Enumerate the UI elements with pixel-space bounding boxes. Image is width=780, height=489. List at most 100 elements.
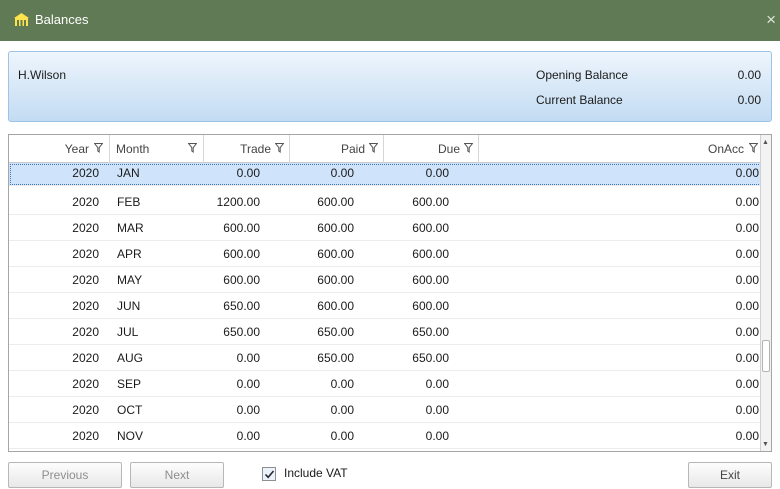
table-row[interactable]: 2020 NOV 0.00 0.00 0.00 0.00 xyxy=(9,423,762,449)
column-header-trade-label: Trade xyxy=(240,142,271,156)
cell-month: NOV xyxy=(117,429,144,443)
column-header-paid[interactable]: Paid xyxy=(290,135,384,163)
cell-due: 600.00 xyxy=(412,299,449,313)
opening-balance-value: 0.00 xyxy=(737,68,761,82)
cell-paid: 650.00 xyxy=(317,325,354,339)
cell-due: 600.00 xyxy=(412,273,449,287)
column-header-due[interactable]: Due xyxy=(384,135,479,163)
cell-month: MAR xyxy=(117,221,144,235)
table-row[interactable]: 2020 JAN 0.00 0.00 0.00 0.00 xyxy=(9,163,762,186)
filter-icon[interactable] xyxy=(94,143,103,153)
column-header-year[interactable]: Year xyxy=(9,135,110,163)
column-header-month[interactable]: Month xyxy=(110,135,204,163)
cell-trade: 1200.00 xyxy=(216,195,260,209)
previous-button[interactable]: Previous xyxy=(8,462,122,488)
cell-paid: 600.00 xyxy=(317,195,354,209)
column-header-trade[interactable]: Trade xyxy=(204,135,290,163)
cell-paid: 0.00 xyxy=(330,429,354,443)
column-header-month-label: Month xyxy=(116,142,150,156)
cell-year: 2020 xyxy=(72,325,99,339)
table-row[interactable]: 2020 APR 600.00 600.00 600.00 0.00 xyxy=(9,241,762,267)
filter-icon[interactable] xyxy=(749,143,758,153)
next-button[interactable]: Next xyxy=(130,462,224,488)
table-row[interactable]: 2020 SEP 0.00 0.00 0.00 0.00 xyxy=(9,371,762,397)
cell-due: 600.00 xyxy=(412,195,449,209)
close-icon[interactable]: × xyxy=(766,10,776,30)
cell-due: 600.00 xyxy=(412,247,449,261)
cell-year: 2020 xyxy=(72,247,99,261)
cell-due: 0.00 xyxy=(425,429,449,443)
window-title: Balances xyxy=(35,12,89,27)
filter-icon[interactable] xyxy=(188,143,197,153)
cell-paid: 0.00 xyxy=(330,377,354,391)
cell-due: 650.00 xyxy=(412,351,449,365)
cell-year: 2020 xyxy=(72,195,99,209)
cell-onacc: 0.00 xyxy=(735,325,759,339)
column-header-onacc[interactable]: OnAcc xyxy=(479,135,762,163)
vertical-scrollbar[interactable]: ▲ ▼ xyxy=(760,135,771,451)
table-row[interactable]: 2020 MAR 600.00 600.00 600.00 0.00 xyxy=(9,215,762,241)
cell-trade: 0.00 xyxy=(236,429,260,443)
cell-paid: 600.00 xyxy=(317,273,354,287)
cell-year: 2020 xyxy=(72,221,99,235)
checkmark-icon xyxy=(264,470,275,479)
filter-icon[interactable] xyxy=(369,143,378,153)
cell-trade: 0.00 xyxy=(236,403,260,417)
scroll-down-icon[interactable]: ▼ xyxy=(762,441,769,448)
cell-paid: 650.00 xyxy=(317,351,354,365)
cell-due: 650.00 xyxy=(412,325,449,339)
cell-onacc: 0.00 xyxy=(735,273,759,287)
cell-due: 0.00 xyxy=(425,166,449,180)
cell-onacc: 0.00 xyxy=(735,221,759,235)
balances-grid[interactable]: Year Month Trade Paid Due OnAcc 2020 JAN 0… xyxy=(8,134,772,452)
cell-onacc: 0.00 xyxy=(735,166,759,180)
table-row[interactable]: 2020 FEB 1200.00 600.00 600.00 0.00 xyxy=(9,189,762,215)
scroll-thumb[interactable] xyxy=(762,340,770,372)
cell-due: 0.00 xyxy=(425,403,449,417)
cell-paid: 600.00 xyxy=(317,221,354,235)
cell-month: MAY xyxy=(117,273,143,287)
cell-trade: 600.00 xyxy=(223,247,260,261)
table-row[interactable]: 2020 OCT 0.00 0.00 0.00 0.00 xyxy=(9,397,762,423)
cell-year: 2020 xyxy=(72,351,99,365)
cell-paid: 600.00 xyxy=(317,247,354,261)
table-row[interactable]: 2020 JUN 650.00 600.00 600.00 0.00 xyxy=(9,293,762,319)
filter-icon[interactable] xyxy=(275,143,284,153)
column-header-due-label: Due xyxy=(437,142,460,156)
cell-month: AUG xyxy=(117,351,144,365)
cell-month: JAN xyxy=(117,166,140,180)
grid-header: Year Month Trade Paid Due OnAcc xyxy=(9,135,762,163)
cell-year: 2020 xyxy=(72,166,99,180)
opening-balance-label: Opening Balance xyxy=(536,68,629,82)
cell-year: 2020 xyxy=(72,273,99,287)
cell-trade: 600.00 xyxy=(223,273,260,287)
cell-onacc: 0.00 xyxy=(735,377,759,391)
cell-due: 0.00 xyxy=(425,377,449,391)
scroll-up-icon[interactable]: ▲ xyxy=(762,139,769,146)
column-header-year-label: Year xyxy=(64,142,89,156)
column-header-paid-label: Paid xyxy=(340,142,365,156)
table-row[interactable]: 2020 MAY 600.00 600.00 600.00 0.00 xyxy=(9,267,762,293)
cell-trade: 650.00 xyxy=(223,325,260,339)
cell-year: 2020 xyxy=(72,429,99,443)
building-icon xyxy=(14,13,29,26)
cell-trade: 0.00 xyxy=(236,377,260,391)
cell-month: APR xyxy=(117,247,142,261)
current-balance-value: 0.00 xyxy=(737,93,761,107)
cell-trade: 600.00 xyxy=(223,221,260,235)
balance-summary-panel: H.Wilson Opening Balance 0.00 Current Ba… xyxy=(8,51,772,122)
filter-icon[interactable] xyxy=(464,143,473,153)
cell-paid: 600.00 xyxy=(317,299,354,313)
exit-button[interactable]: Exit xyxy=(688,462,772,488)
column-header-onacc-label: OnAcc xyxy=(707,142,744,156)
cell-month: OCT xyxy=(117,403,143,417)
table-row[interactable]: 2020 AUG 0.00 650.00 650.00 0.00 xyxy=(9,345,762,371)
include-vat-checkbox[interactable] xyxy=(262,467,276,481)
cell-trade: 650.00 xyxy=(223,299,260,313)
cell-month: SEP xyxy=(117,377,142,391)
cell-month: JUL xyxy=(117,325,139,339)
table-row[interactable]: 2020 JUL 650.00 650.00 650.00 0.00 xyxy=(9,319,762,345)
account-name: H.Wilson xyxy=(18,68,67,82)
title-bar: Balances × xyxy=(0,0,780,41)
cell-onacc: 0.00 xyxy=(735,195,759,209)
